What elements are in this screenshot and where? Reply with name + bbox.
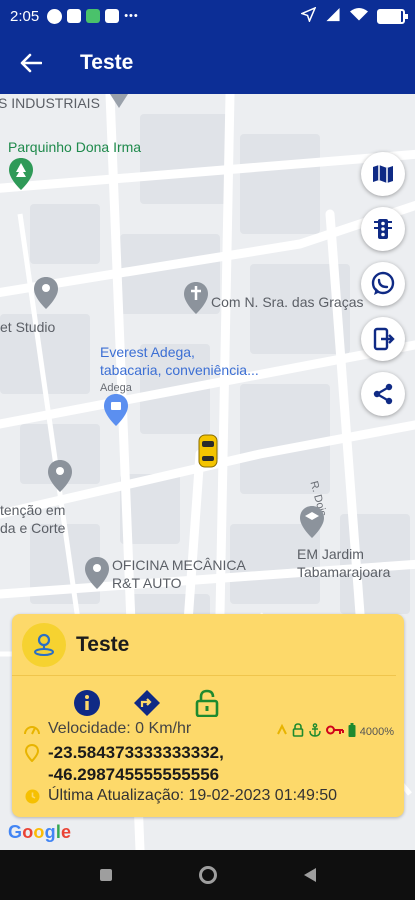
speedometer-icon [24, 721, 40, 737]
status-time: 2:05 [10, 7, 40, 25]
map-label-everest-2[interactable]: tabacaria, conveniência... [100, 361, 259, 379]
battery-icon [377, 8, 408, 24]
more-notifications-icon: ••• [124, 10, 139, 22]
status-bar: 2:05 ••• [0, 0, 415, 32]
triangle-back-icon [303, 868, 316, 882]
exit-icon [373, 327, 395, 351]
info-icon [74, 690, 100, 716]
coordinate-latitude: -23.584373333333332, [48, 743, 224, 762]
map-label-studio[interactable]: et Studio [0, 318, 55, 336]
info-button[interactable] [73, 689, 101, 717]
whatsapp-button[interactable] [361, 262, 405, 306]
whatsapp-icon [371, 271, 395, 295]
map-label-everest-1[interactable]: Everest Adega, [100, 343, 195, 361]
battery-fill [379, 10, 401, 22]
system-nav-bar [0, 850, 415, 900]
map-label-atencao-2[interactable]: da e Corte [0, 519, 65, 537]
status-indicators: 4000% [276, 723, 394, 740]
directions-icon [134, 690, 160, 716]
car-icon [198, 434, 218, 468]
speed-row: Velocidade: 0 Km/hr [24, 720, 191, 738]
wifi-icon [350, 7, 368, 26]
google-logo: Google [8, 822, 71, 843]
map-pin-industriais-icon [110, 94, 128, 113]
ignition-icon [276, 723, 288, 739]
map-label-oficina-1[interactable]: OFICINA MECÂNICA [112, 556, 246, 574]
vehicle-marker[interactable] [198, 434, 218, 468]
shopping-pin-icon[interactable] [104, 394, 128, 431]
anchor-icon [308, 723, 322, 740]
notification-smiley-icon [47, 8, 63, 24]
directions-button[interactable] [133, 689, 161, 717]
signal-icon [325, 7, 341, 26]
google-logo-letter: g [44, 822, 56, 842]
square-icon [99, 869, 112, 881]
battery-level-icon [348, 723, 356, 740]
back-nav-button[interactable] [298, 863, 322, 887]
battery-level-text: 4000% [359, 725, 394, 738]
map-label-em-jardim-1[interactable]: EM Jardim [297, 545, 364, 563]
map-icon [373, 165, 393, 183]
recents-button[interactable] [94, 863, 118, 887]
map-pin-studio-icon[interactable] [34, 277, 58, 314]
card-actions [73, 686, 404, 720]
key-icon [325, 724, 344, 739]
google-logo-letter: e [61, 822, 72, 842]
map-pin-oficina-icon[interactable] [85, 557, 109, 594]
map-label-em-jardim-2[interactable]: Tabamarajoara [297, 563, 390, 581]
vehicle-info-card[interactable]: Teste Velocidade: 0 Km/hr 4000% -23.5843… [12, 614, 404, 817]
share-icon [373, 383, 393, 405]
location-pin-icon [24, 744, 40, 762]
phone-screen: 2:05 ••• Teste S INDUSTRIAIS Parquinho D… [0, 0, 415, 900]
coordinates: -23.584373333333332, -46.298745555555556 [48, 742, 224, 786]
status-icons [299, 6, 408, 26]
card-title: Teste [76, 632, 130, 656]
map-label-industriais: S INDUSTRIAIS [0, 95, 100, 111]
last-update-text: Última Atualização: 19-02-2023 01:49:50 [48, 787, 338, 804]
card-header: Teste [12, 614, 396, 676]
lock-status-icon [292, 723, 304, 740]
map-label-parquinho[interactable]: Parquinho Dona Irma [8, 138, 141, 156]
map-label-atencao-1[interactable]: tenção em [0, 501, 65, 519]
share-button[interactable] [361, 372, 405, 416]
park-pin-icon[interactable] [9, 158, 33, 195]
map-label-oficina-2[interactable]: R&T AUTO [112, 574, 182, 592]
arrow-left-icon [20, 53, 42, 73]
clock-icon [24, 788, 40, 804]
page-title: Teste [80, 51, 134, 74]
traffic-light-icon [374, 219, 392, 239]
unlock-button[interactable] [193, 689, 221, 717]
unlock-icon [195, 689, 219, 717]
app-bar: Teste [0, 32, 415, 94]
church-pin-icon[interactable] [184, 282, 208, 319]
home-button[interactable] [196, 863, 220, 887]
school-pin-icon[interactable] [300, 506, 324, 543]
map-type-button[interactable] [361, 152, 405, 196]
update-row: Última Atualização: 19-02-2023 01:49:50 [24, 787, 337, 805]
location-row: -23.584373333333332, -46.298745555555556 [24, 742, 224, 786]
back-button[interactable] [0, 32, 62, 94]
google-logo-letter: G [8, 822, 23, 842]
traffic-button[interactable] [361, 207, 405, 251]
google-logo-letter: o [33, 822, 45, 842]
speed-text: Velocidade: 0 Km/hr [48, 720, 192, 737]
location-arrow-icon [299, 6, 317, 26]
location-person-icon [34, 633, 54, 656]
notification-app-icon [86, 9, 101, 23]
exit-button[interactable] [361, 317, 405, 361]
google-logo-letter: o [22, 822, 34, 842]
notification-chat-icon [67, 9, 82, 23]
map-pin-atencao-icon[interactable] [48, 460, 72, 497]
notification-bag-icon [105, 9, 120, 23]
map-label-com-sra[interactable]: Com N. Sra. das Graças [211, 293, 364, 311]
avatar [22, 622, 66, 667]
coordinate-longitude: -46.298745555555556 [48, 765, 220, 784]
circle-icon [198, 866, 217, 884]
